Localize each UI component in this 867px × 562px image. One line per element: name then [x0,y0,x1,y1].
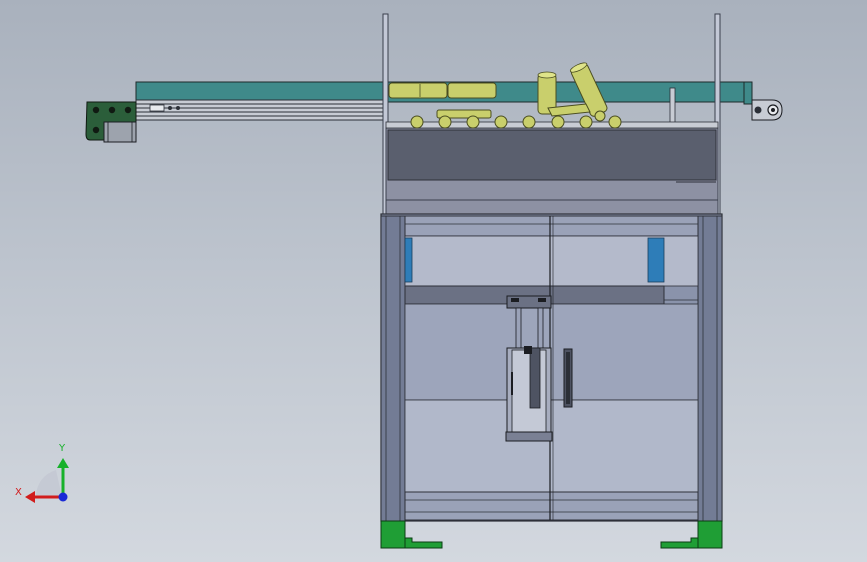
right-frame-post [697,215,723,523]
z-axis-dot [58,492,68,502]
product-stop [669,87,676,127]
product-end [522,115,536,129]
left-blue-guide [404,237,413,283]
product-end [579,115,593,129]
product-roll [447,82,497,99]
right-foot [697,520,723,549]
conveyor-frame-rail [135,99,387,121]
product-end [438,115,452,129]
machine-model[interactable] [0,0,867,562]
machine-feet [380,520,723,549]
product-roll [388,82,448,99]
right-blue-guide [647,237,665,283]
left-frame-post [380,215,406,523]
product-end [466,115,480,129]
product-end [410,115,424,129]
product-end [494,115,508,129]
x-axis-label: X [15,487,22,498]
orientation-triad[interactable] [25,458,69,503]
product-end [608,115,622,129]
left-foot [380,520,406,549]
product-end [551,115,565,129]
hopper-front-panel [387,129,717,181]
drive-motor [103,121,137,143]
y-axis-label: Y [59,443,66,454]
cad-graphics-viewport[interactable]: Y X [0,0,867,562]
